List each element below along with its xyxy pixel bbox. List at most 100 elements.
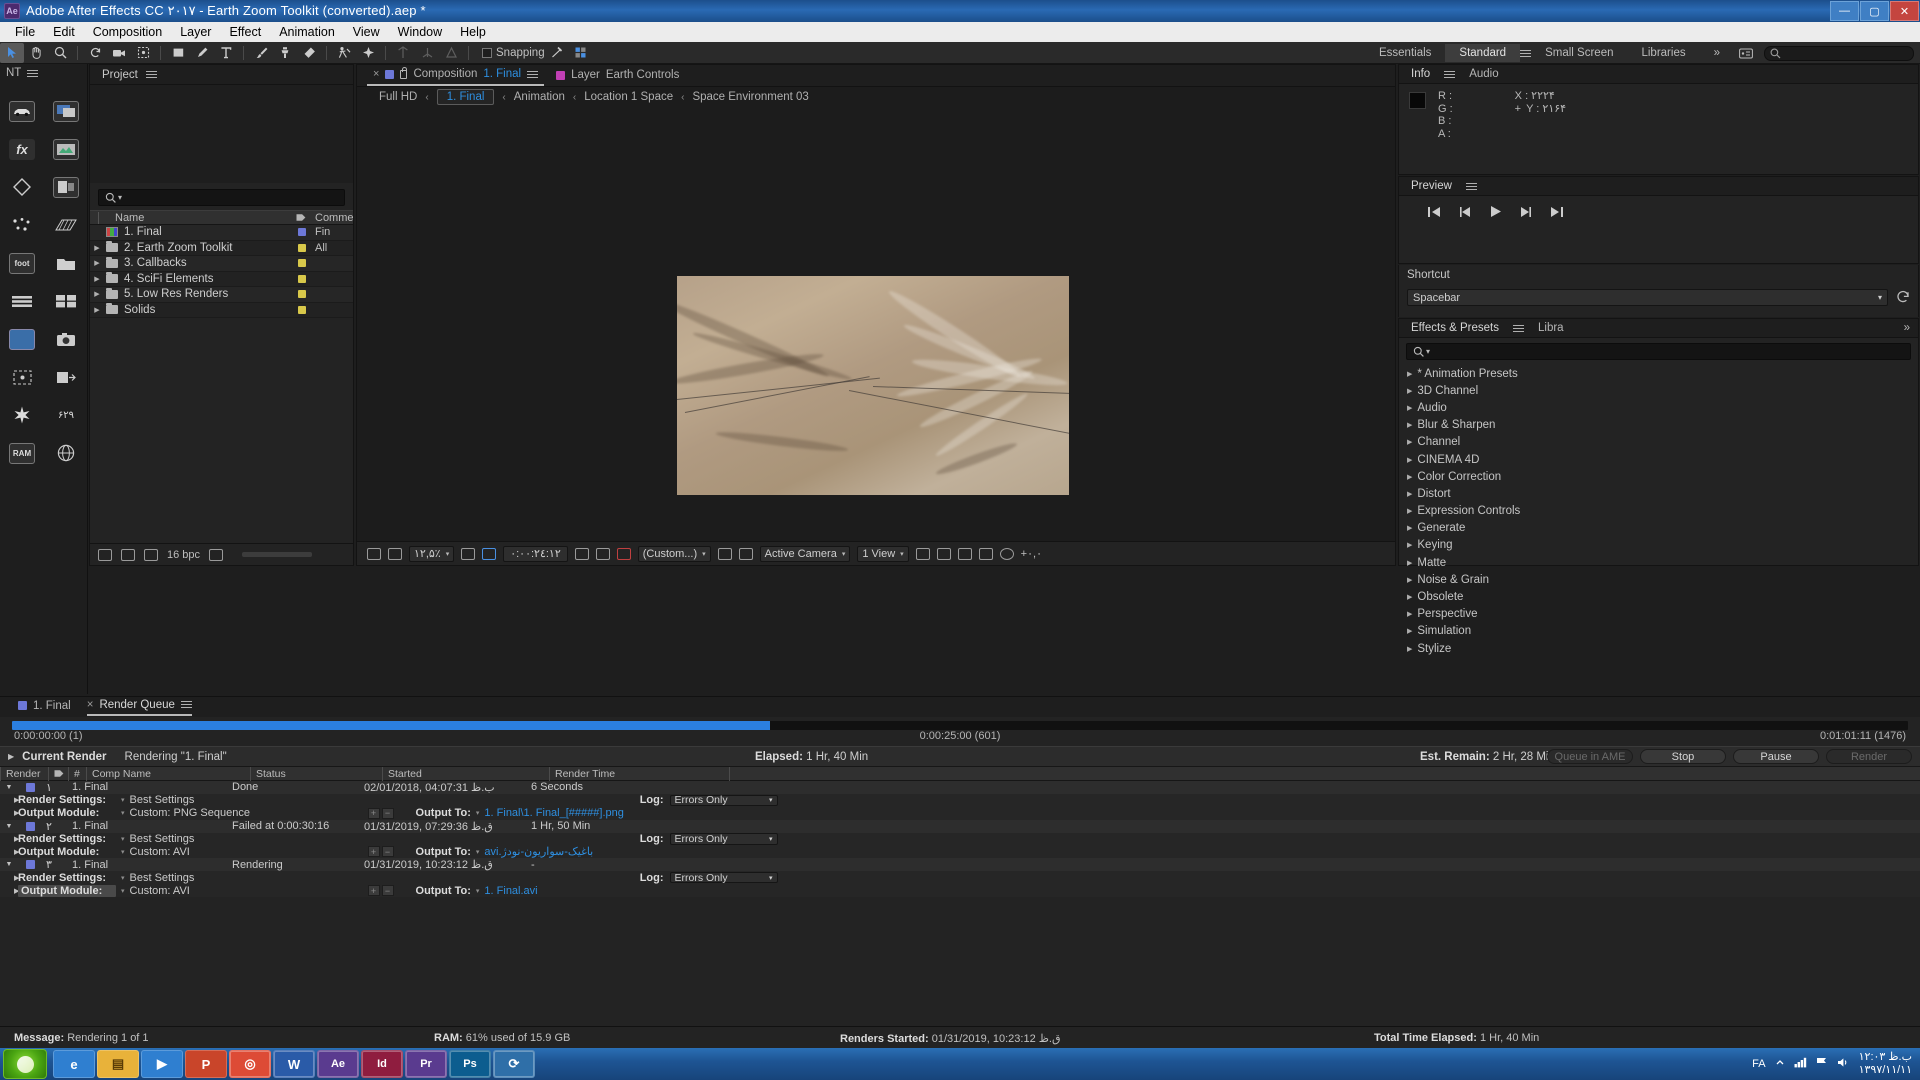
render-settings-dropdown-icon[interactable]: ▾ bbox=[116, 835, 130, 843]
rail-item-diamond[interactable] bbox=[0, 168, 44, 206]
column-number[interactable]: # bbox=[68, 766, 86, 781]
shape-tool-icon[interactable] bbox=[166, 43, 190, 63]
stop-button[interactable]: Stop bbox=[1640, 749, 1726, 764]
breadcrumb-location-1-space[interactable]: Location 1 Space bbox=[584, 91, 673, 103]
column-label-icon[interactable] bbox=[289, 213, 313, 222]
brush-tool-icon[interactable] bbox=[249, 43, 273, 63]
rail-item-globe[interactable] bbox=[44, 434, 88, 472]
effects-item-blur-and-sharpen[interactable]: ▶ Blur & Sharpen bbox=[1407, 417, 1918, 434]
project-item-3-callbacks[interactable]: ▶ 3. Callbacks bbox=[90, 256, 353, 272]
render-settings-row-2[interactable]: ▶ Render Settings: ▾ Best Settings Log: … bbox=[0, 832, 1920, 846]
rail-item-folder[interactable] bbox=[44, 244, 88, 282]
close-button[interactable]: ✕ bbox=[1890, 1, 1919, 21]
expand-triangle-icon[interactable]: ▶ bbox=[0, 835, 19, 843]
rail-item-display[interactable] bbox=[0, 320, 44, 358]
log-dropdown[interactable]: Errors Only ▾ bbox=[669, 794, 778, 806]
output-module-row-1[interactable]: ▶ Output Module: ▾ Custom: PNG Sequence … bbox=[0, 806, 1920, 820]
menu-composition[interactable]: Composition bbox=[84, 23, 171, 41]
taskbar-after-effects-icon[interactable]: Ae bbox=[317, 1050, 359, 1078]
output-to-dropdown-icon[interactable]: ▾ bbox=[471, 809, 485, 817]
composition-panel-menu-icon[interactable] bbox=[527, 69, 539, 80]
render-queue-item-2[interactable]: ▼ ۲ 1. Final Failed at 0:00:30:16 01/31/… bbox=[0, 819, 1920, 833]
output-module-row-3[interactable]: ▶ Output Module: ▾ Custom: AVI + − Outpu… bbox=[0, 884, 1920, 898]
expand-triangle-icon[interactable]: ▶ bbox=[90, 275, 104, 283]
tray-clock[interactable]: ۱۲:۰۳ ب.ظ ۱۳۹۷/۱۱/۱۱ bbox=[1859, 1051, 1912, 1077]
project-item-swatch[interactable] bbox=[291, 274, 313, 283]
taskbar-word-icon[interactable]: W bbox=[273, 1050, 315, 1078]
local-axis-icon[interactable] bbox=[439, 43, 463, 63]
rail-item-ram[interactable]: RAM bbox=[0, 434, 44, 472]
rail-item-lines[interactable] bbox=[0, 282, 44, 320]
expand-triangle-icon[interactable]: ▶ bbox=[1407, 507, 1412, 515]
tab-preview[interactable]: Preview bbox=[1411, 180, 1452, 192]
effects-menu-icon[interactable] bbox=[1513, 323, 1524, 334]
rail-item-particles[interactable] bbox=[0, 206, 44, 244]
fast-preview-icon[interactable] bbox=[936, 547, 951, 560]
effects-item-simulation[interactable]: ▶ Simulation bbox=[1407, 623, 1918, 640]
new-composition-icon[interactable] bbox=[144, 548, 158, 561]
effects-item-3d-channel[interactable]: ▶ 3D Channel bbox=[1407, 382, 1918, 399]
expand-triangle-icon[interactable]: ▶ bbox=[1407, 645, 1412, 653]
pan-behind-tool-icon[interactable] bbox=[131, 43, 155, 63]
effects-item-generate[interactable]: ▶ Generate bbox=[1407, 520, 1918, 537]
tab-effects-and-presets[interactable]: Effects & Presets bbox=[1411, 322, 1499, 334]
render-enable-checkbox[interactable] bbox=[18, 821, 42, 831]
column-name[interactable]: Name bbox=[98, 211, 289, 224]
play-icon[interactable] bbox=[1489, 205, 1502, 221]
expand-triangle-icon[interactable]: ▶ bbox=[1407, 593, 1412, 601]
effects-item-cinema-4d[interactable]: ▶ CINEMA 4D bbox=[1407, 451, 1918, 468]
add-output-module-button[interactable]: + bbox=[367, 846, 380, 858]
render-settings-value[interactable]: Best Settings bbox=[130, 833, 430, 845]
workspace-libraries[interactable]: Libraries bbox=[1627, 44, 1699, 62]
project-item-solids[interactable]: ▶ Solids bbox=[90, 302, 353, 318]
expand-triangle-icon[interactable]: ▶ bbox=[0, 796, 19, 804]
taskbar-powerpoint-icon[interactable]: P bbox=[185, 1050, 227, 1078]
type-tool-icon[interactable] bbox=[214, 43, 238, 63]
axis-icon[interactable] bbox=[415, 43, 439, 63]
views-dropdown[interactable]: 1 View ▾ bbox=[857, 545, 909, 562]
breadcrumb-resolution[interactable]: Full HD bbox=[379, 91, 417, 103]
render-queue-item-3[interactable]: ▼ ۳ 1. Final Rendering 01/31/2019, 10:23… bbox=[0, 858, 1920, 871]
taskbar-media-player-icon[interactable]: ▶ bbox=[141, 1050, 183, 1078]
effects-item-channel[interactable]: ▶ Channel bbox=[1407, 434, 1918, 451]
column-comment[interactable]: Comme bbox=[313, 212, 353, 224]
current-render-expand-icon[interactable]: ▶ bbox=[0, 752, 22, 761]
taskbar-premiere-pro-icon[interactable]: Pr bbox=[405, 1050, 447, 1078]
toggle-transparency-icon[interactable] bbox=[367, 547, 381, 560]
workspace-standard[interactable]: Standard bbox=[1445, 44, 1521, 62]
magnet-icon[interactable] bbox=[545, 43, 569, 63]
rail-item-grid[interactable] bbox=[44, 206, 88, 244]
breadcrumb-current[interactable]: 1. Final bbox=[436, 89, 495, 105]
render-enable-checkbox[interactable] bbox=[18, 860, 42, 870]
menu-window[interactable]: Window bbox=[389, 23, 451, 41]
render-queue-item-1[interactable]: ▼ ۱ 1. Final Done 02/01/2018, 04:07:31 ب… bbox=[0, 781, 1920, 794]
tab-1-final[interactable]: 1. Final bbox=[18, 700, 71, 715]
shortcut-reset-icon[interactable] bbox=[1896, 290, 1910, 306]
rail-item-device[interactable] bbox=[44, 168, 88, 206]
expand-triangle-icon[interactable]: ▶ bbox=[0, 809, 19, 817]
render-button[interactable]: Render bbox=[1826, 749, 1912, 764]
column-render-time[interactable]: Render Time bbox=[549, 766, 729, 781]
workspace-essentials[interactable]: Essentials bbox=[1365, 44, 1445, 62]
output-to-value[interactable]: 1. Final.avi bbox=[484, 885, 537, 897]
expand-triangle-icon[interactable]: ▶ bbox=[1407, 524, 1412, 532]
rail-item-car[interactable] bbox=[0, 92, 44, 130]
anchor-align-icon[interactable] bbox=[391, 43, 415, 63]
rail-item-picture[interactable] bbox=[44, 130, 88, 168]
grid-snap-icon[interactable] bbox=[569, 43, 593, 63]
column-render[interactable]: Render bbox=[0, 766, 48, 781]
effects-overflow[interactable]: » bbox=[1904, 322, 1918, 334]
last-frame-icon[interactable] bbox=[1550, 206, 1564, 221]
render-settings-value[interactable]: Best Settings bbox=[130, 872, 430, 884]
show-snapshot-icon[interactable] bbox=[595, 547, 610, 560]
menu-help[interactable]: Help bbox=[451, 23, 495, 41]
workspace-small-screen[interactable]: Small Screen bbox=[1531, 44, 1627, 62]
queue-in-ame-button[interactable]: Queue in AME bbox=[1547, 749, 1633, 764]
current-time-display[interactable]: ٠:٠٠:٢٤:١٢ bbox=[503, 545, 568, 562]
output-module-value[interactable]: Custom: PNG Sequence bbox=[130, 807, 360, 819]
effects-item-matte[interactable]: ▶ Matte bbox=[1407, 554, 1918, 571]
output-module-value[interactable]: Custom: AVI bbox=[130, 885, 360, 897]
taskbar-internet-explorer-icon[interactable]: e bbox=[53, 1050, 95, 1078]
interpret-footage-icon[interactable] bbox=[98, 548, 112, 561]
effects-item-obsolete[interactable]: ▶ Obsolete bbox=[1407, 588, 1918, 605]
